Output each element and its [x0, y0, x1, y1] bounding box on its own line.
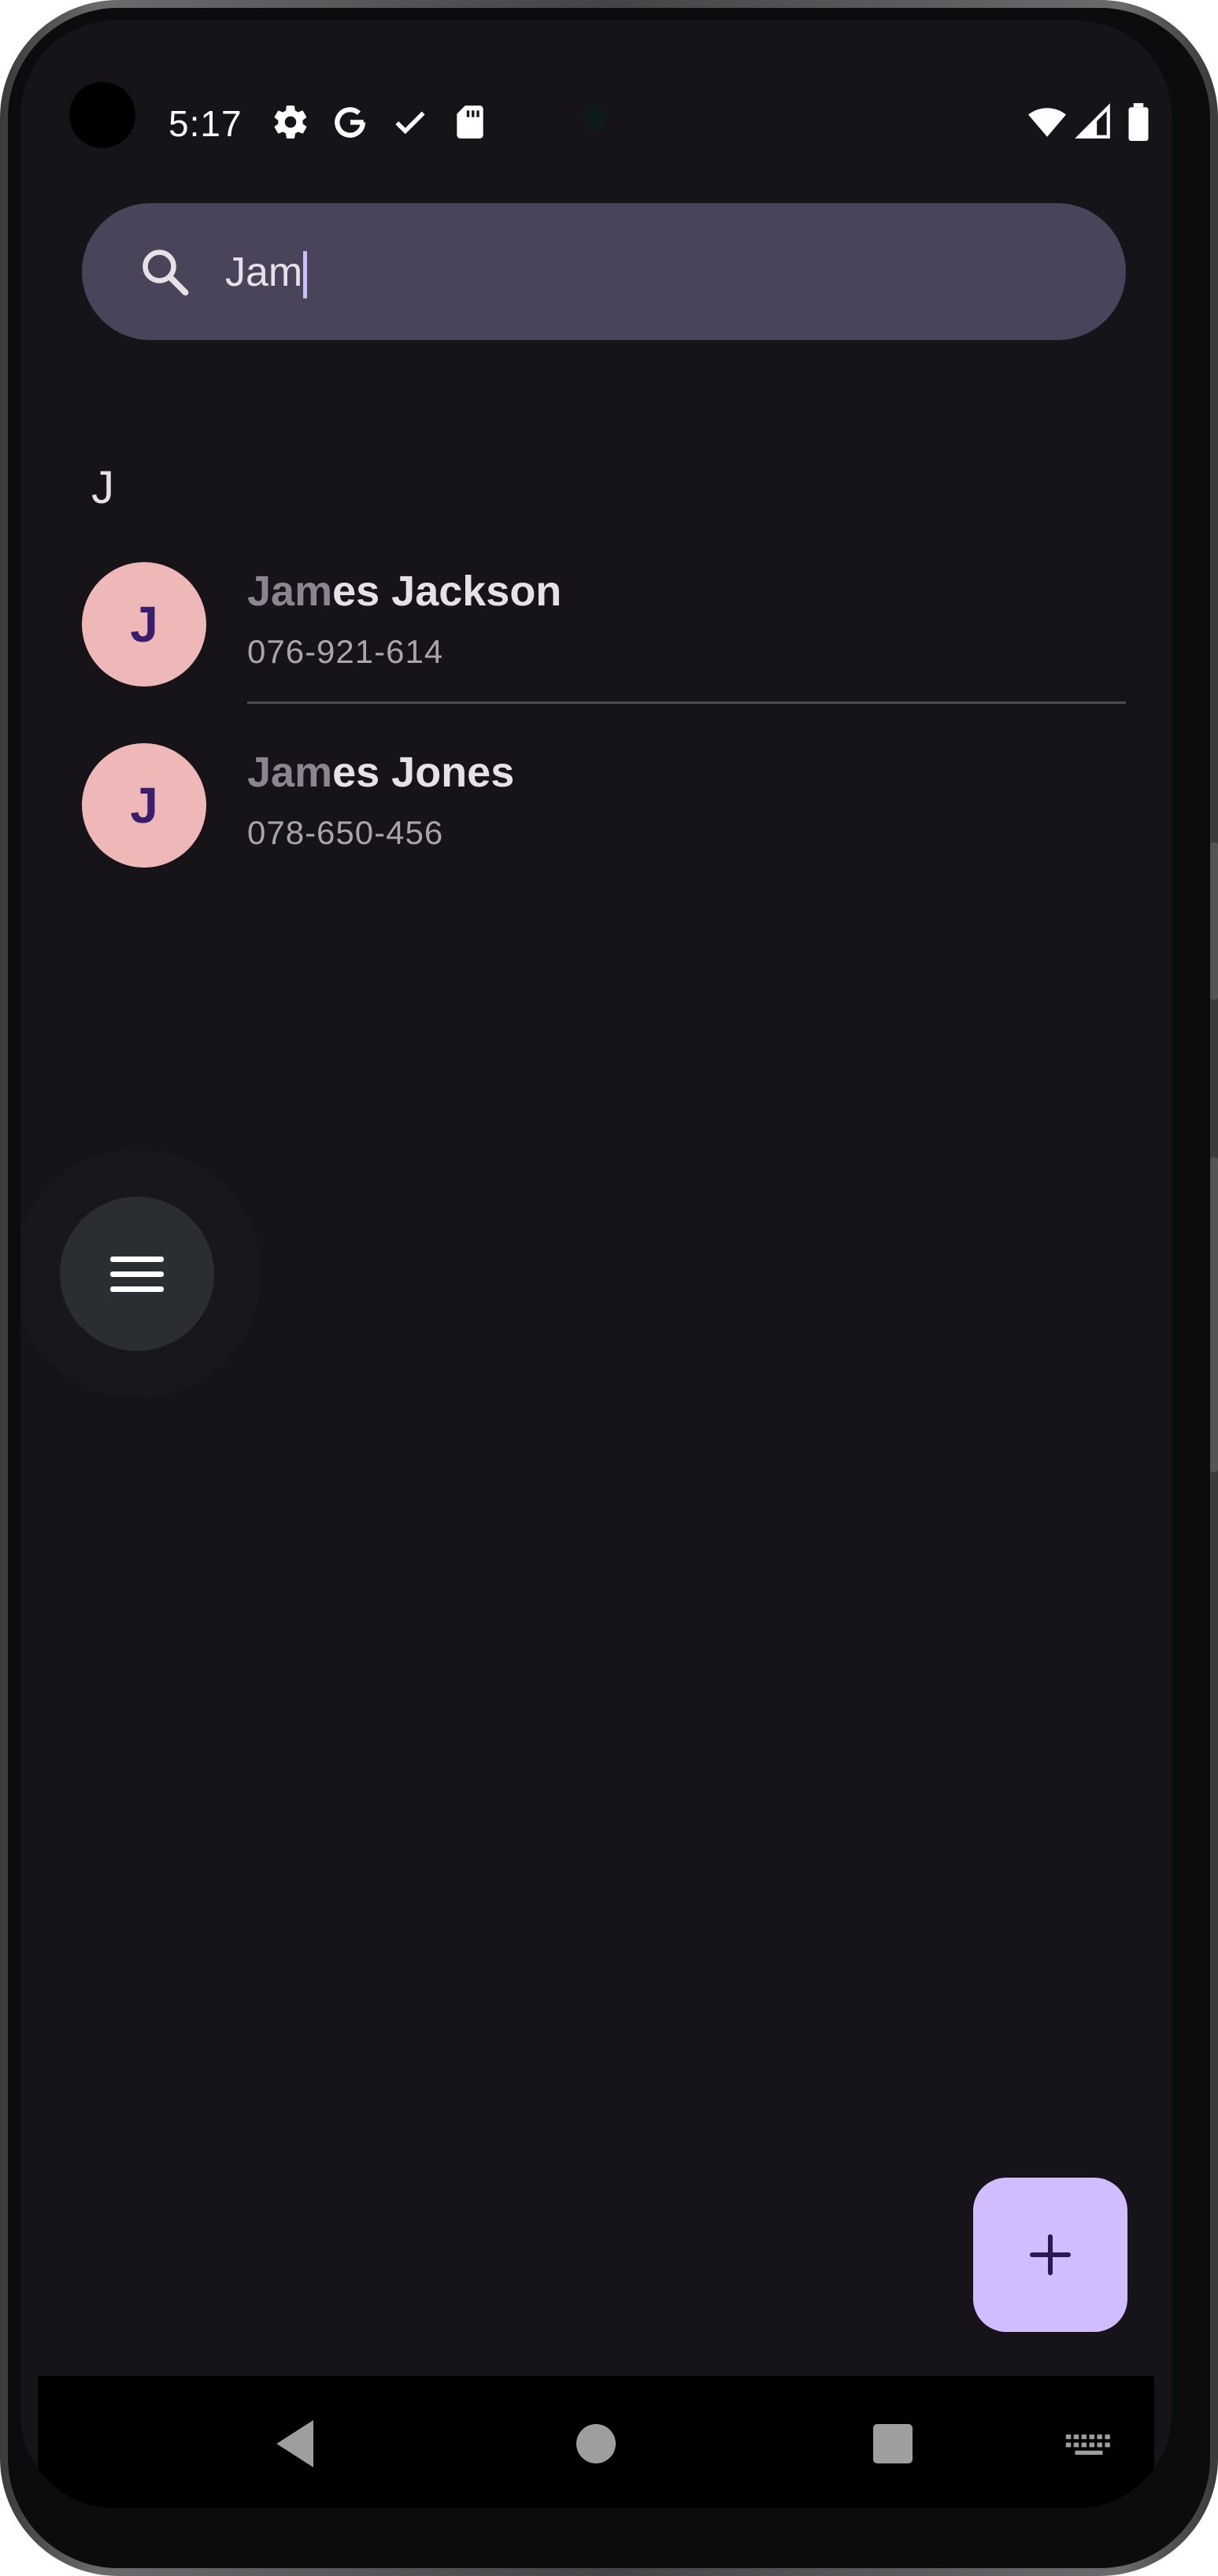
divider [247, 701, 1126, 704]
keyboard-icon[interactable] [1061, 2412, 1116, 2475]
search-icon[interactable] [137, 244, 194, 301]
contact-phone: 078-650-456 [247, 814, 444, 851]
sd-card-icon [450, 102, 490, 142]
back-icon[interactable] [266, 2412, 329, 2475]
battery-icon [1123, 102, 1154, 142]
wifi-icon [1025, 102, 1069, 142]
contact-name-match: Jam [247, 568, 333, 615]
avatar: J [82, 743, 206, 868]
contact-name: James Jackson [247, 567, 561, 616]
check-icon [391, 102, 430, 142]
screen: 5:17 Jam J J James Jackson 076-921-614 J [20, 20, 1172, 2508]
volume-button [1210, 1157, 1218, 1472]
contact-name: James Jones [247, 748, 514, 797]
contact-name-rest: es Jones [332, 749, 515, 796]
contact-name-rest: es Jackson [332, 568, 562, 615]
section-header: J [91, 462, 114, 513]
contact-name-match: Jam [247, 749, 333, 796]
power-button [1210, 842, 1218, 1000]
contact-row[interactable]: J James Jones 078-650-456 [82, 727, 1126, 885]
add-contact-button[interactable] [973, 2178, 1127, 2332]
home-icon[interactable] [565, 2412, 628, 2475]
front-sensor [584, 105, 608, 129]
contact-row[interactable]: J James Jackson 076-921-614 [82, 546, 1126, 704]
gear-icon [271, 102, 310, 142]
avatar: J [82, 562, 206, 687]
front-camera [69, 82, 135, 148]
navigation-bar [38, 2376, 1154, 2508]
search-input-value: Jam [225, 250, 303, 295]
search-input[interactable]: Jam [225, 241, 308, 304]
google-icon [331, 102, 370, 142]
status-time: 5:17 [168, 103, 242, 144]
contact-phone: 076-921-614 [247, 633, 444, 670]
recents-icon[interactable] [861, 2412, 924, 2475]
text-cursor [303, 251, 308, 299]
cellular-signal-icon [1074, 102, 1113, 142]
floating-menu-button[interactable] [60, 1197, 214, 1351]
